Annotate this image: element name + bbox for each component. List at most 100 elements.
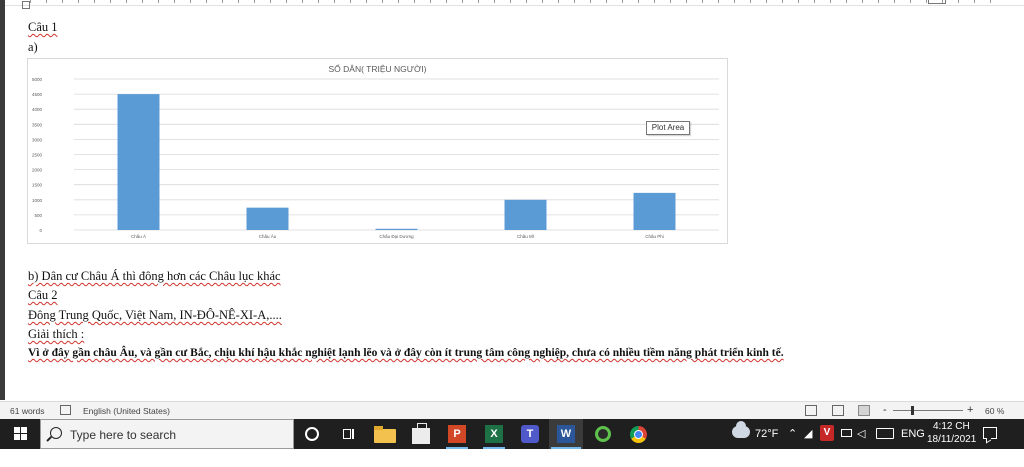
ruler-tick (478, 0, 479, 3)
bar[interactable] (375, 228, 418, 230)
ruler-tick (286, 0, 287, 3)
answer-countries[interactable]: Đông Trung Quốc, Việt Nam, IN-ĐÔ-NÊ-XI-A… (28, 308, 282, 323)
volume-icon[interactable]: ◁ (857, 427, 865, 440)
ruler-tick (318, 0, 319, 3)
ruler-tick (62, 0, 63, 3)
ruler-tick (750, 0, 751, 3)
notification-icon[interactable] (983, 427, 997, 439)
ruler-tick (222, 0, 223, 3)
population-chart[interactable]: SỐ DÂN( TRIỆU NGƯỜI) 0 500 1000 1500 2000 250… (27, 58, 728, 244)
heading-cau-1[interactable]: Câu 1 (28, 20, 58, 35)
x-tick-label: Châu Mĩ (517, 234, 535, 239)
ruler-tick (702, 0, 703, 3)
chart-plot-area[interactable]: 0 500 1000 1500 2000 2500 3000 3500 4000 4500 5000… (28, 59, 729, 245)
network-icon[interactable]: ◢ (804, 427, 812, 440)
plot-area-tooltip: Plot Area (646, 121, 690, 135)
heading-cau-2[interactable]: Câu 2 (28, 288, 58, 303)
ruler-tick (542, 0, 543, 3)
read-mode-icon[interactable] (805, 405, 817, 416)
zoom-slider-track[interactable] (893, 410, 963, 411)
battery-icon[interactable] (841, 429, 852, 437)
temperature[interactable]: 72°F (755, 428, 778, 440)
ruler-tick (846, 0, 847, 3)
bar[interactable] (246, 207, 289, 230)
task-view-icon[interactable] (340, 423, 362, 445)
answer-b[interactable]: b) Dân cư Châu Á thì đông hơn các Châu l… (28, 269, 281, 284)
ruler-tick (174, 0, 175, 3)
ruler-tick (654, 0, 655, 3)
ruler-tick (990, 0, 991, 3)
zoom-in-button[interactable]: + (967, 404, 973, 416)
taskbar-search-box[interactable]: Type here to search (40, 419, 294, 449)
ruler-tick (302, 0, 303, 3)
ruler-tick (382, 0, 383, 3)
ruler-tick (270, 0, 271, 3)
word-count[interactable]: 61 words (10, 406, 45, 416)
y-tick-label: 0 (39, 228, 42, 233)
cortana-icon[interactable] (305, 427, 319, 441)
horizontal-ruler[interactable] (0, 0, 1024, 6)
weather-cloud-icon[interactable] (732, 421, 750, 438)
excel-icon[interactable]: X (485, 425, 503, 443)
ruler-tick (46, 0, 47, 3)
file-explorer-icon[interactable] (374, 426, 396, 443)
ruler-tick (574, 0, 575, 3)
chrome-icon[interactable] (630, 426, 647, 443)
x-tick-label: Châu Phi (645, 234, 664, 239)
right-indent-marker[interactable] (928, 0, 946, 4)
ruler-tick (110, 0, 111, 3)
zoom-out-button[interactable]: - (883, 404, 887, 416)
explanation-text[interactable]: Vì ở đây gần châu Âu, và gần cư Bắc, chị… (28, 347, 784, 359)
bottom-strip (0, 449, 1024, 467)
status-bar: 61 words English (United States) - + 60 … (0, 401, 1024, 419)
print-layout-icon[interactable] (832, 405, 844, 416)
zoom-level[interactable]: 60 % (985, 406, 1004, 416)
teams-icon[interactable]: T (521, 425, 539, 443)
ruler-tick (446, 0, 447, 3)
x-tick-label: Châu Âu (259, 233, 277, 239)
clock-time[interactable]: 4:12 CH (933, 421, 970, 432)
y-tick-label: 2500 (32, 153, 43, 158)
ruler-tick (782, 0, 783, 3)
web-layout-icon[interactable] (858, 405, 870, 416)
label-a[interactable]: a) (28, 40, 38, 55)
ruler-tick (862, 0, 863, 3)
bar[interactable] (633, 192, 676, 230)
search-icon (50, 427, 62, 439)
y-tick-label: 4000 (32, 107, 43, 112)
chevron-up-icon[interactable]: ⌃ (788, 427, 797, 440)
bar[interactable] (117, 94, 160, 230)
proofing-icon[interactable] (60, 405, 71, 415)
ruler-tick (942, 0, 943, 3)
y-tick-label: 2000 (32, 168, 43, 173)
ruler-tick (606, 0, 607, 3)
label-giai-thich[interactable]: Giải thích : (28, 327, 84, 342)
ruler-tick (350, 0, 351, 3)
ruler-tick (718, 0, 719, 3)
word-window: Câu 1 a) SỐ DÂN( TRIỆU NGƯỜI) 0 500 1000 15… (0, 0, 1024, 467)
x-tick-label: Châu Đại Dương (379, 234, 414, 239)
input-language[interactable]: ENG (901, 428, 925, 440)
ruler-tick (190, 0, 191, 3)
ruler-tick (878, 0, 879, 3)
clock-date[interactable]: 18/11/2021 (927, 434, 976, 445)
ruler-tick (526, 0, 527, 3)
store-icon[interactable] (412, 423, 430, 444)
snipping-icon[interactable] (595, 426, 611, 442)
ruler-tick (158, 0, 159, 3)
ruler-tick (494, 0, 495, 3)
bar[interactable] (504, 199, 547, 230)
ruler-tick (638, 0, 639, 3)
antivirus-icon[interactable]: V (820, 425, 834, 441)
keyboard-icon[interactable] (876, 428, 894, 439)
windows-taskbar: Type here to search P X T W 72°F ⌃ ◢ V ◁… (0, 419, 1024, 449)
word-icon[interactable]: W (557, 425, 575, 443)
y-tick-label: 1500 (32, 183, 43, 188)
ruler-tick (430, 0, 431, 3)
language-indicator[interactable]: English (United States) (83, 406, 170, 416)
powerpoint-icon[interactable]: P (448, 425, 466, 443)
y-tick-label: 3500 (32, 122, 43, 127)
windows-start-icon[interactable] (14, 427, 28, 441)
zoom-slider-thumb[interactable] (911, 406, 914, 415)
ruler-tick (206, 0, 207, 3)
